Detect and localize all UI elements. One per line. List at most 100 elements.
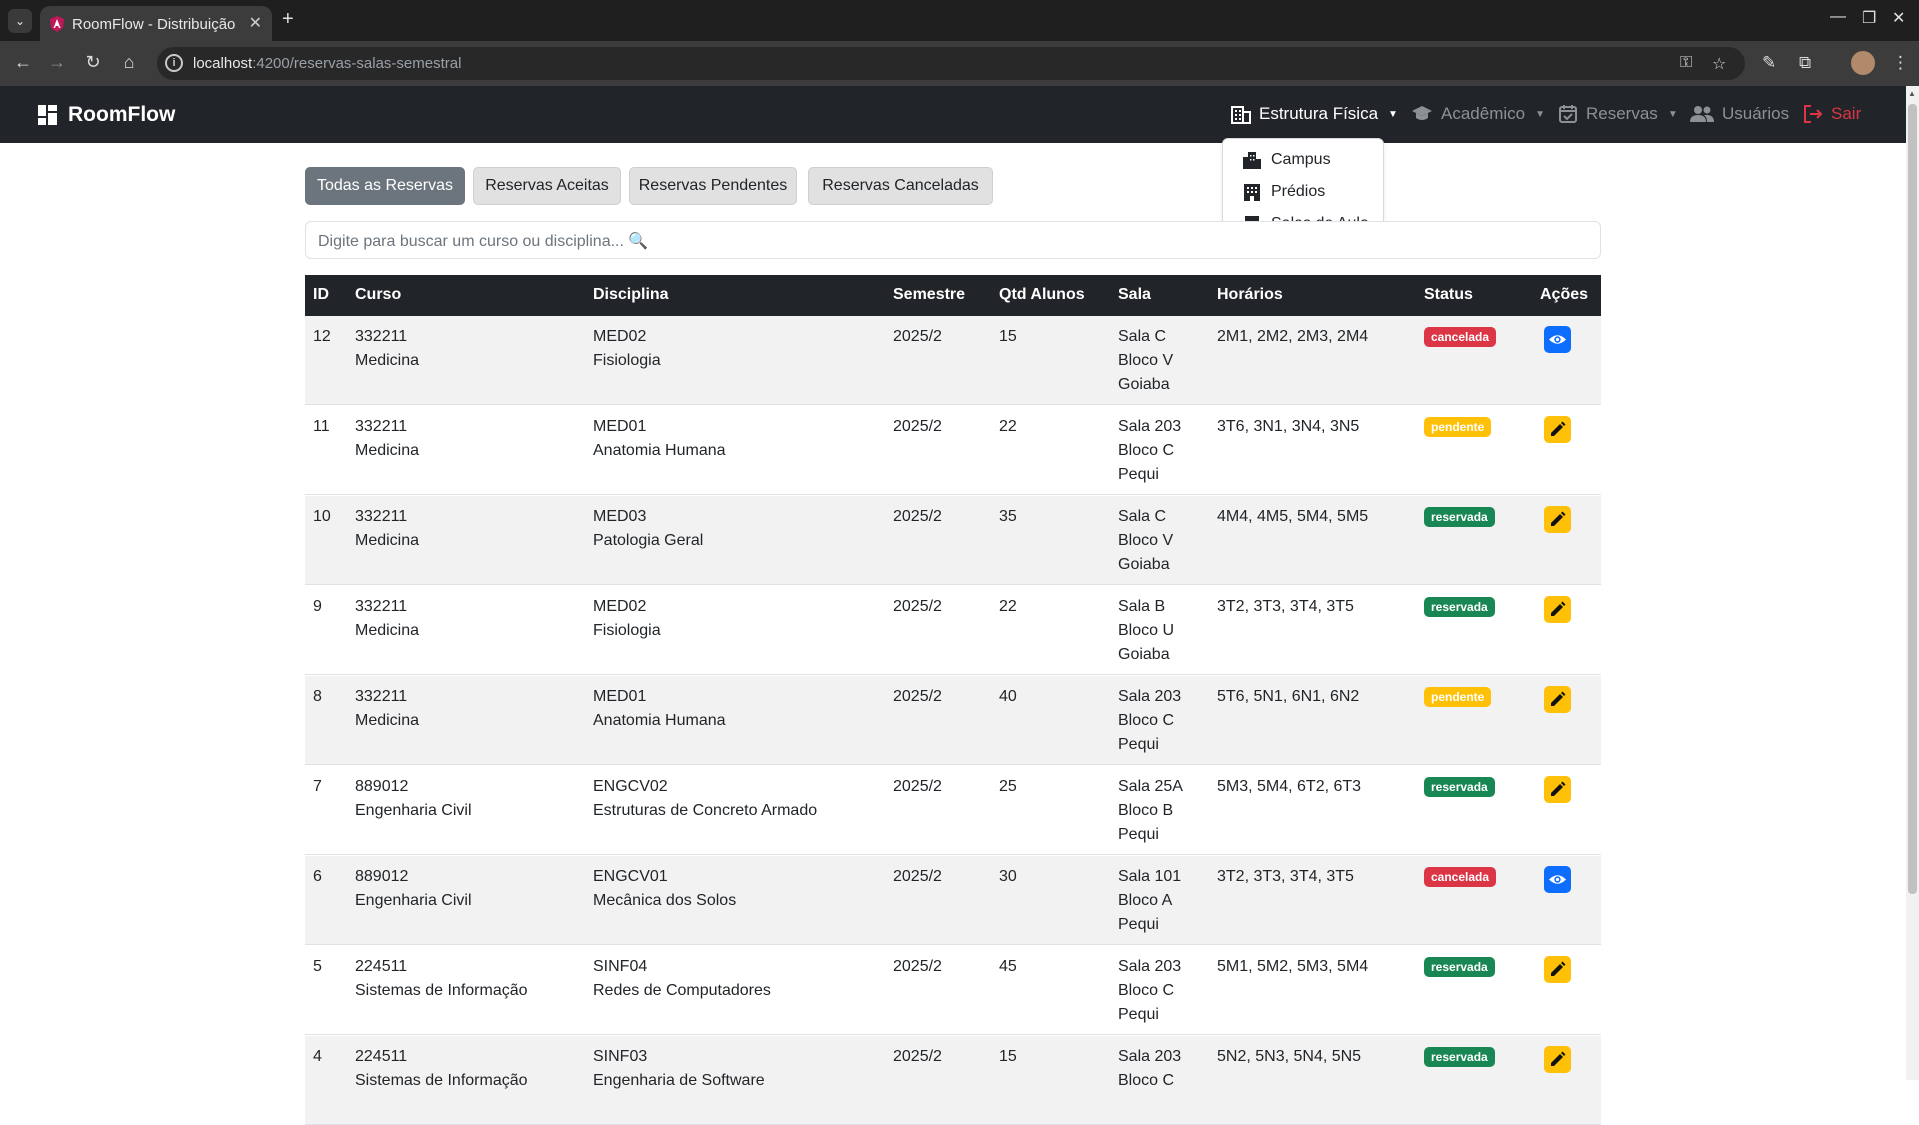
cell-semestre: 2025/2 (893, 1045, 942, 1069)
nav-sair[interactable]: Sair (1803, 104, 1861, 124)
cell-semestre: 2025/2 (893, 685, 942, 709)
address-bar[interactable]: i localhost:4200/reservas-salas-semestra… (157, 47, 1745, 80)
edit-button[interactable] (1544, 506, 1571, 533)
disciplina-code: ENGCV02 (593, 778, 668, 795)
profile-avatar[interactable] (1851, 51, 1875, 75)
tab-search-button[interactable]: ⌄ (8, 9, 32, 33)
dropdown-item-campus-label: Campus (1271, 151, 1331, 168)
cell-disciplina: SINF04 Redes de Computadores (593, 955, 771, 1003)
window-close-icon[interactable]: ✕ (1892, 8, 1905, 28)
filter-aceitas-button[interactable]: Reservas Aceitas (473, 167, 621, 205)
cell-semestre: 2025/2 (893, 775, 942, 799)
filter-pendentes-button[interactable]: Reservas Pendentes (629, 167, 797, 205)
bookmark-star-icon[interactable]: ☆ (1712, 54, 1726, 74)
edit-button[interactable] (1544, 416, 1571, 443)
cell-horarios: 2M1, 2M2, 2M3, 2M4 (1217, 325, 1368, 349)
sala-campus: Goiaba (1118, 376, 1170, 393)
disciplina-name: Mecânica dos Solos (593, 892, 737, 909)
header-id[interactable]: ID (313, 286, 329, 304)
search-input[interactable]: Digite para buscar um curso ou disciplin… (305, 221, 1601, 259)
calendar-check-icon (1559, 105, 1577, 123)
nav-reservas[interactable]: Reservas ▼ (1558, 104, 1678, 124)
header-disciplina[interactable]: Disciplina (593, 286, 669, 304)
edit-button[interactable] (1544, 596, 1571, 623)
horarios-value: 5N2, 5N3, 5N4, 5N5 (1217, 1048, 1362, 1065)
pencil-icon (1549, 781, 1566, 802)
scrollbar-thumb[interactable] (1908, 104, 1917, 894)
semestre-value: 2025/2 (893, 778, 942, 795)
cell-disciplina: SINF03 Engenharia de Software (593, 1045, 765, 1093)
cell-id: 7 (313, 775, 322, 799)
header-curso[interactable]: Curso (355, 286, 401, 304)
extensions-puzzle-icon[interactable]: ⧉ (1799, 53, 1811, 73)
semestre-value: 2025/2 (893, 1048, 942, 1065)
curso-code: 332211 (355, 508, 408, 525)
tab-close-icon[interactable]: ✕ (249, 13, 262, 33)
eye-icon (1548, 333, 1567, 350)
page-scrollbar[interactable]: ▲ (1906, 86, 1919, 1080)
disciplina-code: MED03 (593, 508, 647, 525)
disciplina-name: Patologia Geral (593, 532, 704, 549)
pen-extension-icon[interactable]: ✎ (1762, 53, 1776, 73)
brand[interactable]: RoomFlow (38, 102, 175, 128)
disciplina-name: Redes de Computadores (593, 982, 771, 999)
restore-icon[interactable]: ❐ (1862, 8, 1876, 28)
sala-bloco: Bloco V (1118, 532, 1174, 549)
filter-canceladas-button[interactable]: Reservas Canceladas (808, 167, 993, 205)
filter-todas-button[interactable]: Todas as Reservas (305, 167, 465, 205)
cell-horarios: 3T6, 3N1, 3N4, 3N5 (1217, 415, 1359, 439)
view-button[interactable] (1544, 866, 1571, 893)
view-button[interactable] (1544, 326, 1571, 353)
horarios-value: 5T6, 5N1, 6N1, 6N2 (1217, 688, 1360, 705)
header-sala[interactable]: Sala (1118, 286, 1151, 304)
browser-tab[interactable]: RoomFlow - Distribuição ✕ (40, 6, 272, 41)
sala-name: Sala 203 (1118, 958, 1182, 975)
header-horarios[interactable]: Horários (1217, 286, 1283, 304)
back-icon[interactable]: ← (12, 52, 34, 73)
curso-name: Medicina (355, 442, 420, 459)
sala-bloco: Bloco C (1118, 442, 1175, 459)
cell-curso: 224511 Sistemas de Informação (355, 1045, 528, 1093)
forward-icon[interactable]: → (46, 52, 68, 73)
cell-curso: 889012 Engenharia Civil (355, 775, 472, 823)
new-tab-button[interactable]: + (282, 8, 294, 31)
pencil-icon (1549, 1051, 1566, 1072)
cell-id: 10 (313, 505, 331, 529)
site-info-icon[interactable]: i (165, 54, 183, 72)
edit-button[interactable] (1544, 956, 1571, 983)
nav-usuarios[interactable]: Usuários (1690, 104, 1789, 124)
edit-button[interactable] (1544, 1046, 1571, 1073)
cell-semestre: 2025/2 (893, 325, 942, 349)
edit-button[interactable] (1544, 686, 1571, 713)
header-qtd-alunos[interactable]: Qtd Alunos (999, 286, 1085, 304)
browser-menu-icon[interactable]: ⋮ (1892, 53, 1909, 73)
pencil-icon (1549, 421, 1566, 442)
cell-qtd-alunos: 25 (999, 775, 1017, 799)
dropdown-item-predios[interactable]: Prédios (1243, 183, 1325, 201)
status-badge: reservada (1424, 957, 1495, 977)
key-icon[interactable]: ⚿ (1680, 54, 1692, 72)
disciplina-name: Fisiologia (593, 622, 661, 639)
sala-name: Sala 25A (1118, 778, 1183, 795)
header-semestre[interactable]: Semestre (893, 286, 965, 304)
header-acoes: Ações (1540, 286, 1589, 303)
cell-qtd-alunos: 15 (999, 1045, 1017, 1069)
reload-icon[interactable]: ↻ (82, 52, 104, 73)
edit-button[interactable] (1544, 776, 1571, 803)
sala-bloco: Bloco C (1118, 1072, 1175, 1089)
nav-academico[interactable]: Acadêmico ▼ (1411, 104, 1545, 124)
sala-name: Sala B (1118, 598, 1166, 615)
curso-name: Sistemas de Informação (355, 1072, 528, 1089)
dropdown-item-campus[interactable]: Campus (1243, 151, 1331, 169)
scroll-up-icon[interactable]: ▲ (1908, 89, 1916, 98)
cell-semestre: 2025/2 (893, 865, 942, 889)
sala-campus: Pequi (1118, 466, 1159, 483)
qtd-alunos-value: 25 (999, 778, 1017, 795)
nav-estrutura-fisica[interactable]: Estrutura Física ▼ (1231, 104, 1398, 124)
home-icon[interactable]: ⌂ (118, 52, 140, 73)
cell-id: 4 (313, 1045, 322, 1069)
disciplina-code: SINF04 (593, 958, 648, 975)
minimize-icon[interactable]: — (1830, 8, 1846, 26)
cell-sala: Sala C Bloco V Goiaba (1118, 505, 1173, 577)
header-status[interactable]: Status (1424, 286, 1473, 304)
